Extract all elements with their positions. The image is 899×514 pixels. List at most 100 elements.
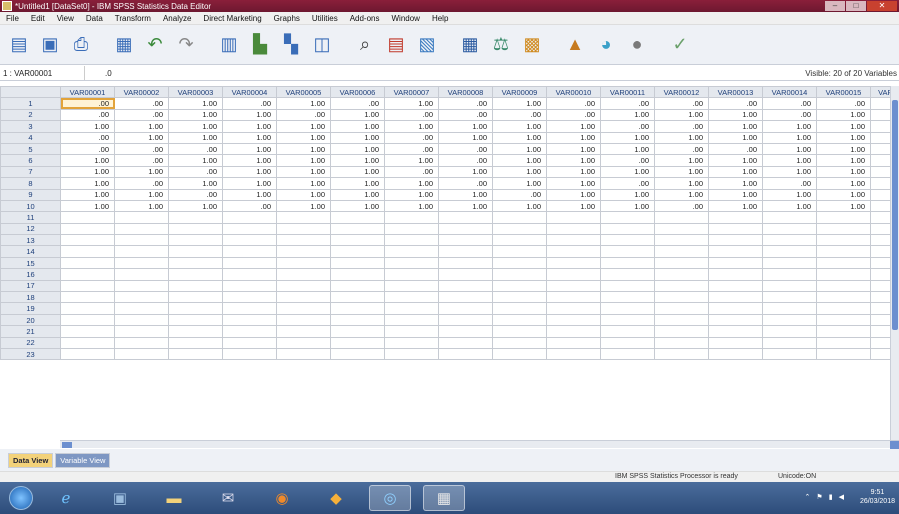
data-cell[interactable] — [276, 325, 331, 338]
data-cell[interactable] — [654, 336, 709, 350]
row-number[interactable]: 18 — [0, 291, 61, 304]
data-cell[interactable]: .00 — [654, 120, 709, 133]
data-cell[interactable] — [600, 279, 655, 293]
data-cell[interactable] — [546, 313, 601, 327]
data-cell[interactable] — [438, 279, 493, 293]
data-cell[interactable] — [222, 302, 277, 315]
data-cell[interactable]: .00 — [762, 108, 817, 122]
data-cell[interactable] — [438, 256, 493, 270]
data-cell[interactable] — [222, 336, 277, 350]
data-cell[interactable] — [600, 291, 655, 304]
data-cell[interactable] — [600, 234, 655, 247]
close-button[interactable]: ✕ — [867, 1, 897, 11]
data-cell[interactable]: 1.00 — [438, 131, 493, 144]
data-cell[interactable]: .00 — [114, 154, 169, 167]
data-cell[interactable]: 1.00 — [546, 142, 601, 156]
data-cell[interactable] — [168, 256, 223, 270]
data-cell[interactable]: 1.00 — [600, 165, 655, 179]
data-cell[interactable] — [546, 279, 601, 293]
data-cell[interactable] — [600, 245, 655, 258]
data-cell[interactable]: 1.00 — [492, 142, 547, 156]
data-cell[interactable]: .00 — [114, 108, 169, 122]
data-cell[interactable]: .00 — [600, 154, 655, 167]
data-cell[interactable] — [492, 347, 547, 361]
data-cell[interactable] — [438, 245, 493, 258]
variables-icon[interactable]: ▚ — [278, 32, 304, 58]
row-number[interactable]: 8 — [0, 177, 61, 190]
data-cell[interactable] — [762, 302, 817, 315]
column-header[interactable]: VAR00006 — [330, 86, 385, 99]
row-number[interactable]: 19 — [0, 302, 61, 315]
data-cell[interactable]: .00 — [114, 177, 169, 190]
data-cell[interactable]: 1.00 — [276, 188, 331, 201]
data-cell[interactable]: .00 — [492, 108, 547, 122]
data-cell[interactable] — [168, 245, 223, 258]
data-cell[interactable]: 1.00 — [114, 131, 169, 144]
data-cell[interactable] — [762, 325, 817, 338]
row-number[interactable]: 6 — [0, 154, 61, 167]
cell-value-input[interactable]: .0 — [85, 69, 112, 78]
data-cell[interactable]: 1.00 — [762, 131, 817, 144]
data-cell[interactable] — [222, 211, 277, 224]
column-header[interactable]: VAR00014 — [762, 86, 817, 99]
column-header[interactable]: VAR00008 — [438, 86, 493, 99]
open-icon[interactable]: ▤ — [6, 32, 32, 58]
data-cell[interactable] — [222, 347, 277, 361]
data-cell[interactable] — [60, 234, 115, 247]
data-cell[interactable]: 1.00 — [708, 177, 763, 190]
data-cell[interactable] — [384, 313, 439, 327]
goto-case-icon[interactable]: ▥ — [216, 32, 242, 58]
data-cell[interactable] — [330, 302, 385, 315]
data-cell[interactable]: 1.00 — [816, 131, 871, 144]
data-cell[interactable]: 1.00 — [546, 188, 601, 201]
data-cell[interactable]: 1.00 — [708, 199, 763, 213]
data-cell[interactable] — [600, 268, 655, 281]
data-cell[interactable]: 1.00 — [114, 188, 169, 201]
data-cell[interactable] — [762, 336, 817, 350]
data-cell[interactable]: .00 — [438, 142, 493, 156]
data-cell[interactable]: 1.00 — [546, 177, 601, 190]
data-cell[interactable]: 1.00 — [60, 154, 115, 167]
data-cell[interactable]: .00 — [330, 97, 385, 110]
data-cell[interactable]: .00 — [654, 199, 709, 213]
data-cell[interactable] — [600, 313, 655, 327]
data-cell[interactable] — [708, 325, 763, 338]
data-cell[interactable] — [492, 222, 547, 236]
data-cell[interactable] — [114, 325, 169, 338]
data-cell[interactable] — [222, 268, 277, 281]
data-cell[interactable] — [492, 302, 547, 315]
row-number[interactable]: 21 — [0, 325, 61, 338]
data-cell[interactable] — [168, 291, 223, 304]
data-cell[interactable]: 1.00 — [708, 188, 763, 201]
data-cell[interactable]: 1.00 — [222, 108, 277, 122]
data-cell[interactable] — [60, 302, 115, 315]
data-cell[interactable]: .00 — [60, 131, 115, 144]
data-cell[interactable] — [384, 222, 439, 236]
row-number[interactable]: 2 — [0, 108, 61, 122]
column-header[interactable]: VAR00004 — [222, 86, 277, 99]
tab-variable-view[interactable]: Variable View — [55, 452, 111, 468]
menu-item-analyze[interactable]: Analyze — [157, 14, 197, 23]
data-cell[interactable]: .00 — [276, 108, 331, 122]
data-cell[interactable]: .00 — [384, 131, 439, 144]
data-cell[interactable] — [384, 211, 439, 224]
data-cell[interactable] — [654, 291, 709, 304]
data-cell[interactable] — [708, 302, 763, 315]
data-cell[interactable] — [762, 291, 817, 304]
grid-corner[interactable] — [0, 86, 61, 99]
data-cell[interactable]: .00 — [114, 97, 169, 110]
data-cell[interactable] — [438, 336, 493, 350]
data-cell[interactable] — [222, 245, 277, 258]
select-cases-icon[interactable]: ▩ — [519, 32, 545, 58]
data-cell[interactable] — [222, 222, 277, 236]
column-header[interactable]: VAR00015 — [816, 86, 871, 99]
column-header[interactable]: VAR00005 — [276, 86, 331, 99]
data-cell[interactable]: 1.00 — [438, 199, 493, 213]
volume-icon[interactable]: ◀ — [839, 493, 844, 501]
data-cell[interactable]: .00 — [600, 120, 655, 133]
data-cell[interactable] — [762, 256, 817, 270]
data-cell[interactable]: 1.00 — [384, 188, 439, 201]
scroll-right-arrow-icon[interactable] — [890, 441, 899, 449]
data-cell[interactable]: 1.00 — [168, 131, 223, 144]
data-cell[interactable] — [114, 313, 169, 327]
